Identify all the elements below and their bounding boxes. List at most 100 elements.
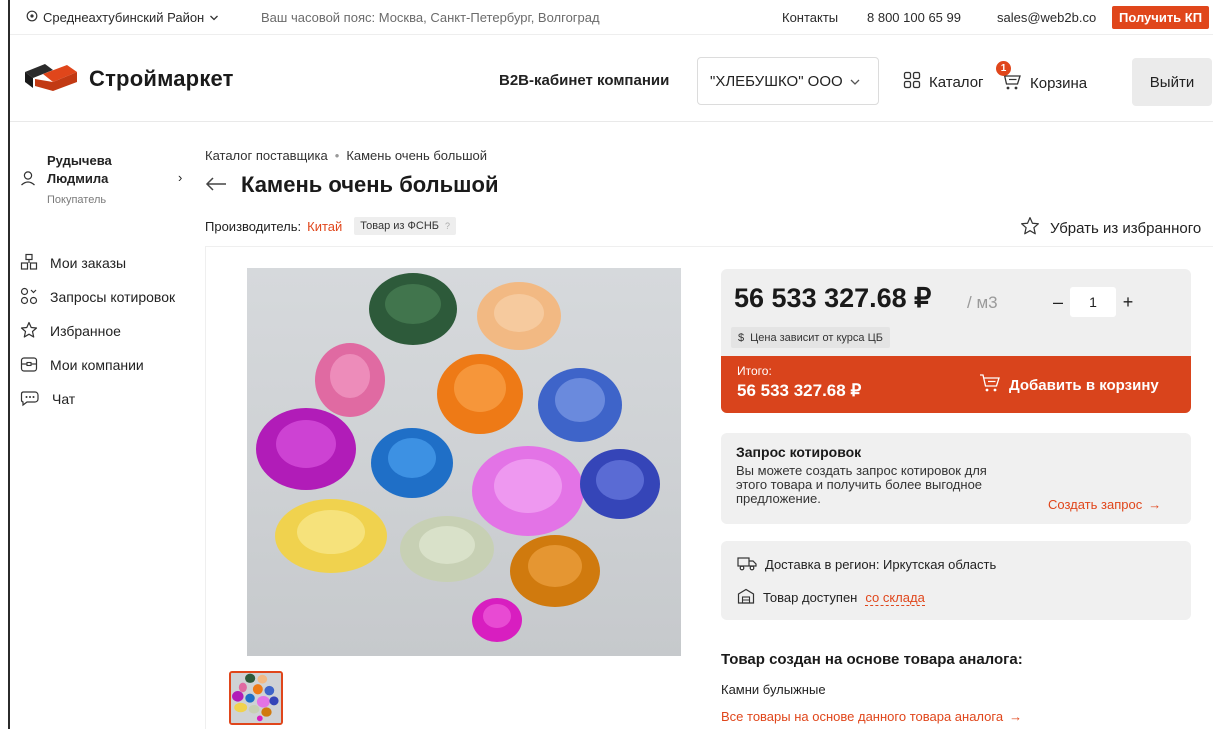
page-title: Камень очень большой (241, 172, 499, 197)
quote-title: Запрос котировок (736, 444, 862, 460)
analog-name: Камни булыжные (721, 682, 826, 697)
analog-link-label: Все товары на основе данного товара анал… (721, 709, 1004, 724)
favorite-label: Убрать из избранного (1050, 219, 1202, 237)
total-bar: Итого: 56 533 327.68 ₽ Добавить в корзин… (721, 356, 1191, 413)
orders-icon (20, 253, 38, 274)
region-selector[interactable]: Среднеахтубинский Район (26, 10, 219, 25)
stock-row: Товар доступен со склада (737, 588, 925, 607)
price-value: 56 533 327.68 ₽ (734, 283, 932, 313)
delivery-region-text: Доставка в регион: Иркутская область (765, 557, 997, 572)
price-card: 56 533 327.68 ₽ / м3 – 1 + $ Цена зависи… (721, 269, 1191, 413)
user-name: Рудычева Людмила (47, 152, 112, 188)
title-row: Камень очень большой (205, 172, 498, 198)
logo[interactable]: Строймаркет (23, 62, 234, 95)
cart-label: Корзина (1030, 74, 1088, 92)
analog-products-link[interactable]: Все товары на основе данного товара анал… (721, 709, 1022, 724)
chat-icon (20, 389, 40, 410)
chevron-down-icon (209, 10, 219, 25)
quotes-icon (20, 287, 38, 308)
add-to-cart-label: Добавить в корзину (1009, 376, 1159, 394)
sidebar-item-companies[interactable]: Мои компании (20, 348, 175, 382)
sidebar-item-label: Запросы котировок (50, 289, 176, 305)
price-note-badge: $ Цена зависит от курса ЦБ (731, 327, 890, 348)
breadcrumb-link[interactable]: Каталог поставщика (205, 148, 328, 163)
add-to-cart-button[interactable]: Добавить в корзину (979, 373, 1159, 397)
region-label: Среднеахтубинский Район (43, 9, 205, 25)
quote-request-card: Запрос котировок Вы можете создать запро… (721, 433, 1191, 524)
company-selector[interactable]: "ХЛЕБУШКО" ООО (697, 57, 879, 105)
sidebar-item-chat[interactable]: Чат (20, 382, 175, 416)
sidebar-item-quotes[interactable]: Запросы котировок (20, 280, 175, 314)
quote-description: Вы можете создать запрос котировок для э… (736, 463, 987, 506)
email-link[interactable]: sales@web2b.co (997, 10, 1096, 25)
quantity-decrease-button[interactable]: – (1046, 287, 1070, 317)
b2b-cabinet-label: B2B-кабинет компании (499, 72, 670, 89)
stock-text: Товар доступен (763, 590, 858, 605)
main-header: Строймаркет B2B-кабинет компании "ХЛЕБУШ… (10, 36, 1213, 122)
fsnb-label: Товар из ФСНБ (360, 220, 439, 232)
warehouse-icon (737, 588, 755, 607)
remove-favorite-button[interactable]: Убрать из избранного (1020, 216, 1201, 240)
arrow-right-icon: → (1009, 709, 1023, 724)
breadcrumb: Каталог поставщика • Камень очень большо… (205, 148, 487, 163)
chevron-right-icon: › (178, 170, 183, 185)
sidebar-item-label: Избранное (50, 323, 121, 339)
total-value: 56 533 327.68 ₽ (737, 381, 862, 400)
user-icon (20, 170, 36, 189)
content-divider (205, 246, 1213, 247)
sidebar-item-favorites[interactable]: Избранное (20, 314, 175, 348)
price-unit: / м3 (967, 293, 998, 312)
stock-link[interactable]: со склада (865, 590, 925, 606)
sidebar-item-label: Мои заказы (50, 255, 127, 271)
delivery-region-row: Доставка в регион: Иркутская область (737, 555, 996, 574)
logo-icon (23, 62, 79, 95)
arrow-right-icon: → (1148, 497, 1162, 512)
create-quote-label: Создать запрос (1048, 497, 1143, 512)
grid-icon (903, 71, 921, 93)
cart-icon: 1 (996, 61, 1022, 95)
sidebar-item-label: Чат (52, 391, 76, 407)
manufacturer-label: Производитель: (205, 218, 302, 234)
contacts-link[interactable]: Контакты (782, 10, 838, 25)
cart-icon (979, 373, 1001, 397)
company-name: "ХЛЕБУШКО" ООО (710, 72, 843, 90)
sidebar-item-label: Мои компании (50, 357, 144, 373)
timezone-text: Ваш часовой пояс: Москва, Санкт-Петербур… (261, 9, 600, 25)
product-thumbnail[interactable] (229, 671, 283, 725)
content-border (205, 246, 206, 729)
user-role: Покупатель (47, 194, 107, 206)
manufacturer-link[interactable]: Китай (307, 219, 342, 234)
help-icon: ? (445, 221, 451, 231)
cart-button[interactable]: 1 Корзина (996, 61, 1088, 95)
total-label: Итого: (737, 364, 772, 378)
fsnb-badge[interactable]: Товар из ФСНБ ? (354, 217, 457, 235)
sidebar-nav: Мои заказы Запросы котировок Избранное М… (20, 246, 175, 416)
star-icon (1020, 216, 1040, 240)
dollar-icon: $ (738, 331, 745, 344)
catalog-button[interactable]: Каталог (903, 71, 984, 93)
company-icon (20, 355, 38, 376)
product-image[interactable] (247, 268, 681, 656)
sidebar-item-orders[interactable]: Мои заказы (20, 246, 175, 280)
quantity-input[interactable]: 1 (1070, 287, 1116, 317)
quantity-stepper: – 1 + (1046, 287, 1140, 317)
manufacturer-row: Производитель: Китай Товар из ФСНБ ? (205, 217, 457, 235)
location-icon (26, 10, 38, 25)
quantity-increase-button[interactable]: + (1116, 287, 1140, 317)
catalog-label: Каталог (929, 73, 984, 91)
phone-link[interactable]: 8 800 100 65 99 (867, 10, 961, 25)
user-first-name: Людмила (47, 171, 109, 186)
user-last-name: Рудычева (47, 153, 112, 168)
breadcrumb-separator: • (334, 148, 340, 163)
top-bar: Среднеахтубинский Район Ваш часовой пояс… (10, 0, 1213, 35)
star-icon (20, 321, 38, 342)
create-quote-link[interactable]: Создать запрос → (1048, 497, 1161, 512)
delivery-card: Доставка в регион: Иркутская область Тов… (721, 541, 1191, 620)
get-kp-button[interactable]: Получить КП (1112, 6, 1210, 29)
logo-text: Строймаркет (89, 65, 234, 91)
logout-button[interactable]: Выйти (1132, 58, 1212, 106)
analog-title: Товар создан на основе товара аналога: (721, 651, 1023, 668)
chevron-down-icon (849, 73, 861, 90)
truck-icon (737, 555, 757, 574)
back-arrow-icon[interactable] (205, 172, 227, 198)
